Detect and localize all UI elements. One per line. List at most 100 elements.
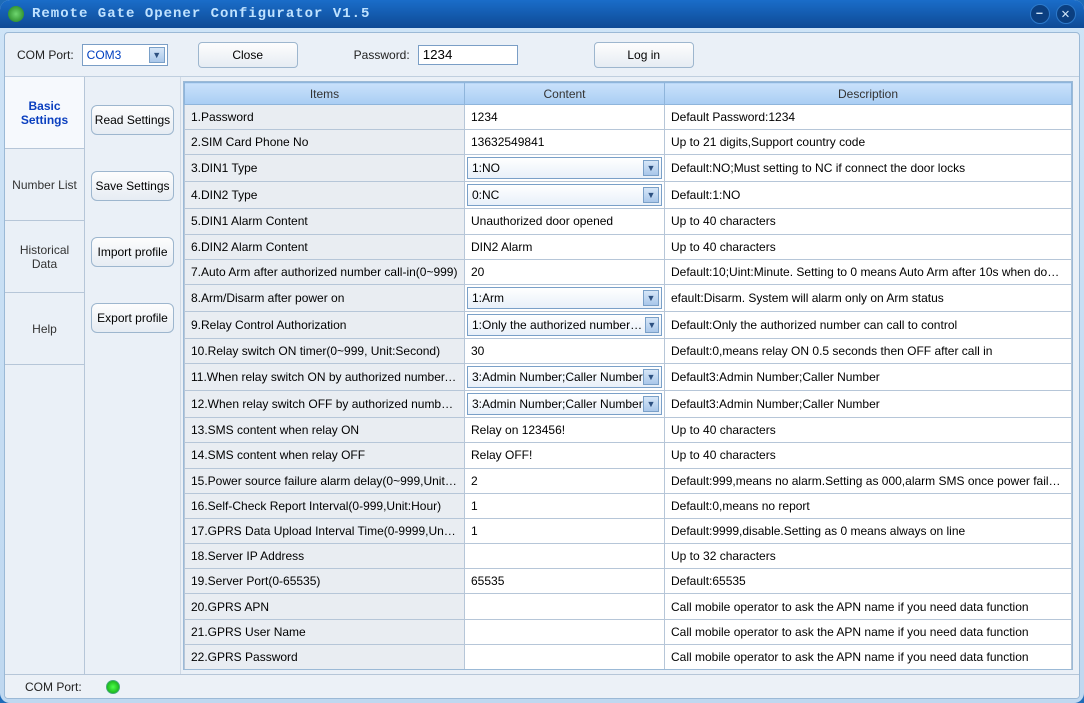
content-cell[interactable]: 13632549841 xyxy=(465,130,665,155)
tab-help[interactable]: Help xyxy=(5,293,84,365)
close-window-button[interactable]: ✕ xyxy=(1056,4,1076,24)
close-button-label: Close xyxy=(232,48,263,62)
comport-select[interactable]: COM3 ▼ xyxy=(82,44,168,66)
toolbar: COM Port: COM3 ▼ Close Password: Log in xyxy=(5,33,1079,77)
export-profile-button[interactable]: Export profile xyxy=(91,303,174,333)
description-cell: Up to 40 characters xyxy=(665,418,1072,443)
item-cell: 7.Auto Arm after authorized number call-… xyxy=(185,259,465,284)
titlebar: Remote Gate Opener Configurator V1.5 – ✕ xyxy=(0,0,1084,28)
status-led-icon xyxy=(106,680,120,694)
content-cell[interactable]: 1 xyxy=(465,518,665,543)
content-cell[interactable]: DIN2 Alarm xyxy=(465,234,665,259)
item-cell: 18.Server IP Address xyxy=(185,544,465,569)
table-row: 20.GPRS APNCall mobile operator to ask t… xyxy=(185,594,1072,619)
item-cell: 17.GPRS Data Upload Interval Time(0-9999… xyxy=(185,518,465,543)
action-column: Read Settings Save Settings Import profi… xyxy=(85,77,181,674)
content-cell[interactable]: 3:Admin Number;Caller Number▼ xyxy=(465,391,665,418)
table-row: 14.SMS content when relay OFFRelay OFF!U… xyxy=(185,443,1072,468)
content-select[interactable]: 1:Arm▼ xyxy=(467,287,662,309)
content-cell[interactable]: 1:Only the authorized number can ca▼ xyxy=(465,311,665,338)
description-cell: Default:0,means no report xyxy=(665,493,1072,518)
table-row: 19.Server Port(0-65535)65535Default:6553… xyxy=(185,569,1072,594)
chevron-down-icon: ▼ xyxy=(643,396,659,412)
content-select[interactable]: 1:Only the authorized number can ca▼ xyxy=(467,314,662,336)
item-cell: 22.GPRS Password xyxy=(185,644,465,669)
description-cell: Default:65535 xyxy=(665,569,1072,594)
item-cell: 14.SMS content when relay OFF xyxy=(185,443,465,468)
item-cell: 15.Power source failure alarm delay(0~99… xyxy=(185,468,465,493)
content-cell[interactable]: 3:Admin Number;Caller Number▼ xyxy=(465,364,665,391)
login-button[interactable]: Log in xyxy=(594,42,694,68)
tab-historical-data[interactable]: Historical Data xyxy=(5,221,84,293)
content-cell[interactable]: 0:NC▼ xyxy=(465,182,665,209)
description-cell: Default Password:1234 xyxy=(665,105,1072,130)
content-cell[interactable] xyxy=(465,544,665,569)
content-cell[interactable]: 2 xyxy=(465,468,665,493)
save-settings-button[interactable]: Save Settings xyxy=(91,171,174,201)
table-row: 15.Power source failure alarm delay(0~99… xyxy=(185,468,1072,493)
content-cell[interactable]: 1234 xyxy=(465,105,665,130)
content-cell[interactable]: 30 xyxy=(465,338,665,363)
item-cell: 4.DIN2 Type xyxy=(185,182,465,209)
table-row: 10.Relay switch ON timer(0~999, Unit:Sec… xyxy=(185,338,1072,363)
item-cell: 8.Arm/Disarm after power on xyxy=(185,284,465,311)
content-cell[interactable]: 1:NO▼ xyxy=(465,155,665,182)
content-cell[interactable]: 65535 xyxy=(465,569,665,594)
table-row: 5.DIN1 Alarm ContentUnauthorized door op… xyxy=(185,209,1072,234)
description-cell: Up to 40 characters xyxy=(665,234,1072,259)
description-cell: Call mobile operator to ask the APN name… xyxy=(665,644,1072,669)
item-cell: 13.SMS content when relay ON xyxy=(185,418,465,443)
app-title: Remote Gate Opener Configurator V1.5 xyxy=(32,6,1024,22)
item-cell: 12.When relay switch OFF by authorized n… xyxy=(185,391,465,418)
status-bar: COM Port: xyxy=(5,674,1079,698)
app-window: Remote Gate Opener Configurator V1.5 – ✕… xyxy=(0,0,1084,703)
app-icon xyxy=(8,6,24,22)
content-select[interactable]: 3:Admin Number;Caller Number▼ xyxy=(467,366,662,388)
minimize-button[interactable]: – xyxy=(1030,4,1050,24)
side-tabs: Basic Settings Number List Historical Da… xyxy=(5,77,85,674)
content-cell[interactable]: Relay on 123456! xyxy=(465,418,665,443)
table-row: 2.SIM Card Phone No13632549841Up to 21 d… xyxy=(185,130,1072,155)
login-button-label: Log in xyxy=(627,48,660,62)
chevron-down-icon: ▼ xyxy=(643,187,659,203)
comport-value: COM3 xyxy=(87,48,122,62)
content-cell[interactable]: Unauthorized door opened xyxy=(465,209,665,234)
read-settings-button[interactable]: Read Settings xyxy=(91,105,174,135)
client-area: COM Port: COM3 ▼ Close Password: Log in … xyxy=(4,32,1080,699)
description-cell: Call mobile operator to ask the APN name… xyxy=(665,594,1072,619)
import-profile-button[interactable]: Import profile xyxy=(91,237,174,267)
table-row: 18.Server IP AddressUp to 32 characters xyxy=(185,544,1072,569)
content-cell[interactable]: 1:Arm▼ xyxy=(465,284,665,311)
settings-table-wrap: Items Content Description 1.Password1234… xyxy=(183,81,1073,670)
header-content[interactable]: Content xyxy=(465,83,665,105)
item-cell: 6.DIN2 Alarm Content xyxy=(185,234,465,259)
content-cell[interactable]: Relay OFF! xyxy=(465,443,665,468)
tab-basic-settings[interactable]: Basic Settings xyxy=(5,77,84,149)
table-row: 11.When relay switch ON by authorized nu… xyxy=(185,364,1072,391)
chevron-down-icon: ▼ xyxy=(645,317,659,333)
content-select[interactable]: 3:Admin Number;Caller Number▼ xyxy=(467,393,662,415)
password-input[interactable] xyxy=(418,45,518,65)
item-cell: 2.SIM Card Phone No xyxy=(185,130,465,155)
content-cell[interactable] xyxy=(465,644,665,669)
header-items[interactable]: Items xyxy=(185,83,465,105)
chevron-down-icon: ▼ xyxy=(643,290,659,306)
description-cell: Default:0,means relay ON 0.5 seconds the… xyxy=(665,338,1072,363)
settings-table: Items Content Description 1.Password1234… xyxy=(184,82,1072,670)
content-select[interactable]: 1:NO▼ xyxy=(467,157,662,179)
table-row: 3.DIN1 Type1:NO▼Default:NO;Must setting … xyxy=(185,155,1072,182)
header-description[interactable]: Description xyxy=(665,83,1072,105)
content-cell[interactable]: 1 xyxy=(465,493,665,518)
table-row: 17.GPRS Data Upload Interval Time(0-9999… xyxy=(185,518,1072,543)
content-cell[interactable]: 20 xyxy=(465,259,665,284)
tab-number-list[interactable]: Number List xyxy=(5,149,84,221)
item-cell: 19.Server Port(0-65535) xyxy=(185,569,465,594)
description-cell: Default:Only the authorized number can c… xyxy=(665,311,1072,338)
content-cell[interactable] xyxy=(465,619,665,644)
description-cell: Default:9999,disable.Setting as 0 means … xyxy=(665,518,1072,543)
description-cell: Up to 40 characters xyxy=(665,443,1072,468)
content-cell[interactable] xyxy=(465,594,665,619)
content-select[interactable]: 0:NC▼ xyxy=(467,184,662,206)
item-cell: 1.Password xyxy=(185,105,465,130)
close-button[interactable]: Close xyxy=(198,42,298,68)
